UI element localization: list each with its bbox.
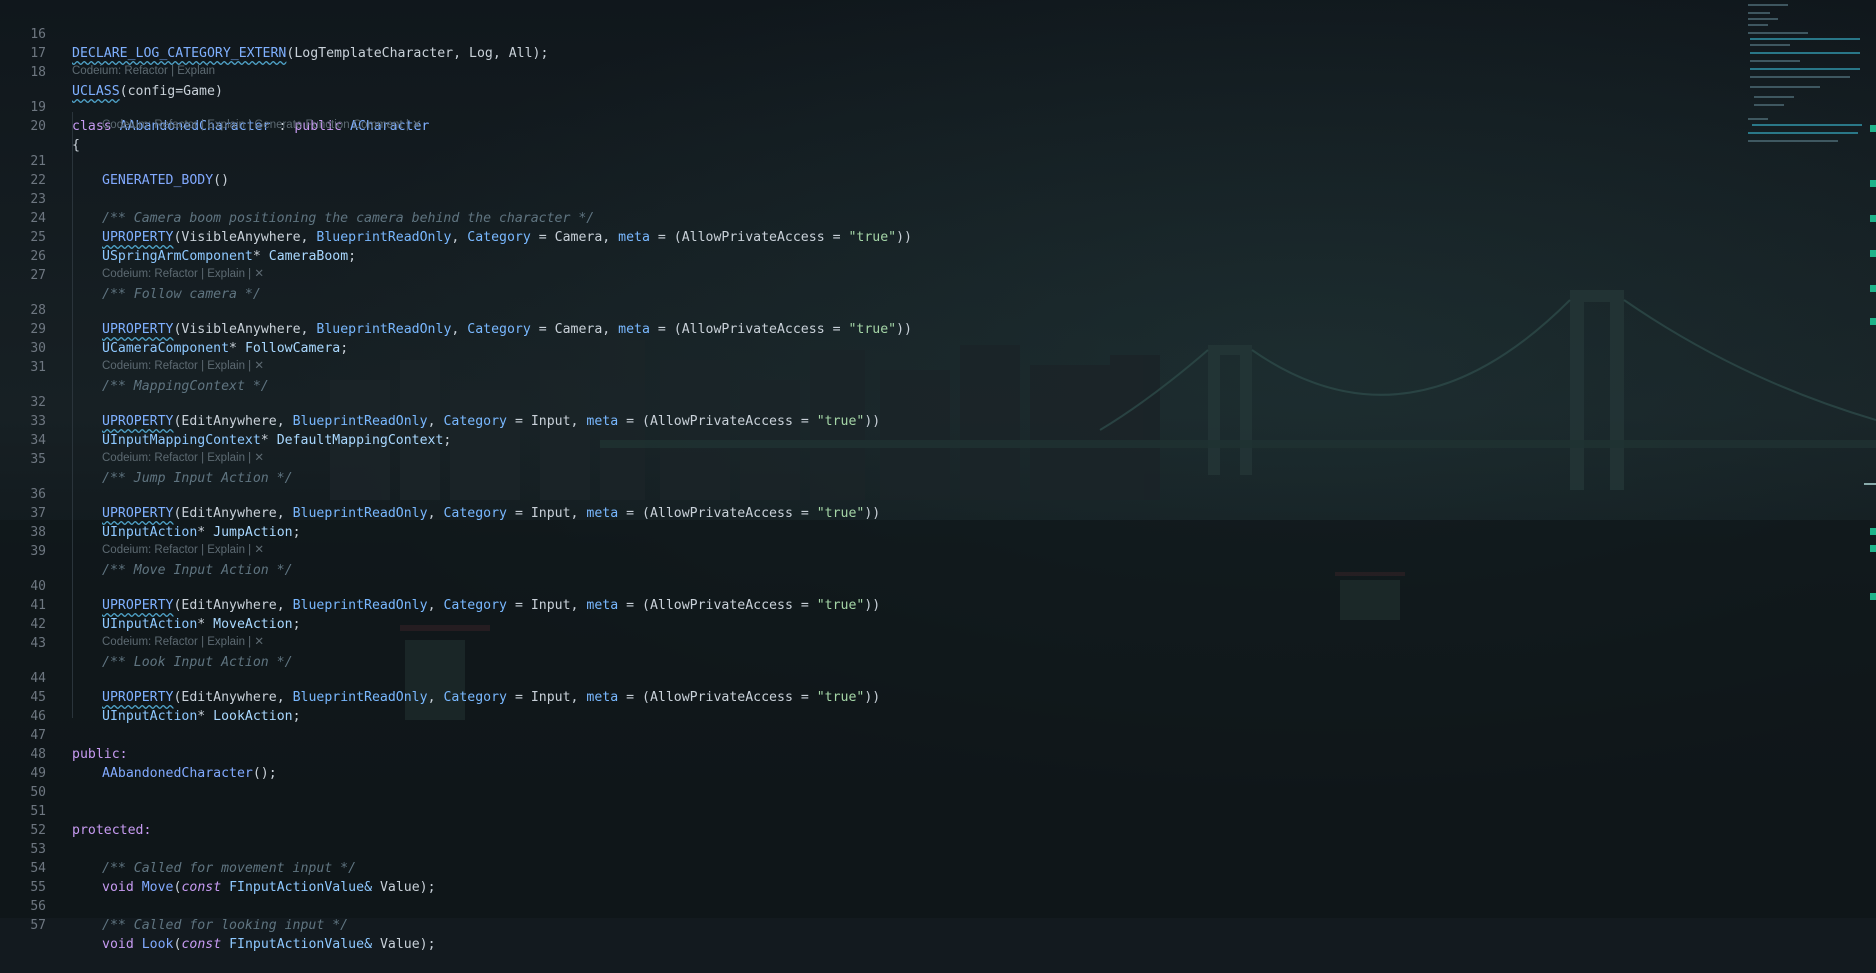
scroll-marker [1870,593,1876,600]
comment: /** Called for movement input */ [102,861,357,876]
code-line[interactable]: 42 [0,596,46,632]
minimap-line [1750,60,1800,62]
minimap-line [1750,76,1850,78]
code-line[interactable]: 40 UPROPERTY(EditAnywhere, BlueprintRead… [0,558,880,613]
codeium-codelens[interactable]: Codeium: Refactor | Explain | ✕ [102,267,264,282]
scroll-marker [1870,215,1876,222]
comment: /** Jump Input Action */ [102,471,293,486]
macro-token: DECLARE_LOG_CATEGORY_EXTERN [72,46,287,61]
code-line[interactable]: 54 void Move(const FInputActionValue& Va… [0,840,435,895]
code-line[interactable]: 32 UPROPERTY(EditAnywhere, BlueprintRead… [0,374,880,429]
minimap-line [1754,104,1784,106]
code-line[interactable]: 48 AAbandonedCharacter(); [0,726,276,781]
code-line[interactable]: 16 DECLARE_LOG_CATEGORY_EXTERN(LogTempla… [0,6,548,61]
code-line[interactable]: 20 { [0,98,80,153]
macro-token: UCLASS [72,84,120,99]
code-line[interactable]: 50 [0,764,46,800]
comment: /** MappingContext */ [102,379,269,394]
codeium-codelens[interactable]: Codeium: Refactor | Explain | ✕ [102,543,264,558]
minimap-line [1748,18,1778,20]
code-line[interactable]: 19 class AAbandonedCharacter : public AC… [0,79,429,134]
code-line[interactable]: 41 UInputAction* MoveAction; [0,577,300,632]
code-line[interactable]: 49 [0,745,46,781]
code-line[interactable]: 35 /** Jump Input Action */ [0,431,292,486]
code-line[interactable]: 29 UCameraComponent* FollowCamera; [0,301,348,356]
comment: /** Camera boom positioning the camera b… [102,211,595,226]
codeium-codelens[interactable]: Codeium: Refactor | Explain | ✕ [102,451,264,466]
code-line[interactable]: 31 /** MappingContext */ [0,339,268,394]
comment: /** Follow camera */ [102,287,261,302]
code-line[interactable]: 52 [0,802,46,838]
code-line[interactable]: 43 /** Look Input Action */ [0,615,292,670]
minimap-line [1748,32,1808,34]
minimap-line [1748,12,1770,14]
code-line[interactable]: 38 [0,504,46,540]
comment: /** Move Input Action */ [102,563,293,578]
code-line[interactable]: 17 [0,25,46,61]
code-line[interactable]: 27 /** Follow camera */ [0,247,260,302]
codeium-codelens[interactable]: Codeium: Refactor | Explain | ✕ [102,359,264,374]
codeium-codelens[interactable]: Codeium: Refactor | Explain [72,64,215,79]
scroll-marker [1870,180,1876,187]
minimap-line [1750,86,1820,88]
minimap-line [1748,140,1838,142]
comment: /** Look Input Action */ [102,655,293,670]
code-line[interactable]: 18 UCLASS(config=Game) [0,44,223,99]
code-line[interactable]: 34 [0,412,46,448]
code-line[interactable]: 28 UPROPERTY(VisibleAnywhere, BlueprintR… [0,282,912,337]
scroll-marker [1870,250,1876,257]
scroll-marker [1870,285,1876,292]
minimap-line [1750,52,1860,54]
codeium-codelens[interactable]: Codeium: Refactor | Explain | Generate F… [102,118,422,133]
code-line[interactable]: 26 [0,228,46,264]
code-line[interactable]: 25 USpringArmComponent* CameraBoom; [0,209,356,264]
code-line[interactable]: 33 UInputMappingContext* DefaultMappingC… [0,393,451,448]
code-line[interactable]: 37 UInputAction* JumpAction; [0,485,300,540]
code-line[interactable]: 47 public: [0,707,127,762]
code-line[interactable]: 30 [0,320,46,356]
minimap-line [1750,38,1860,40]
code-line[interactable]: 22 [0,152,46,188]
indent-guide [72,112,73,718]
code-line[interactable]: 56 /** Called for looking input */ [0,878,348,933]
scroll-marker [1870,125,1876,132]
minimap-line [1748,24,1768,26]
minimap-line [1754,96,1794,98]
line-number: 57 [30,918,46,933]
minimap-line [1752,124,1862,126]
code-line[interactable]: 23 /** Camera boom positioning the camer… [0,171,594,226]
scrollbar-markers[interactable] [1870,0,1876,918]
minimap-line [1750,44,1790,46]
code-line[interactable]: 21 GENERATED_BODY() [0,133,229,188]
scroll-marker [1870,545,1876,552]
minimap-line [1748,118,1768,120]
code-line[interactable]: 57 void Look(const FInputActionValue& Va… [0,897,435,952]
minimap-line [1748,4,1788,6]
minimap-line [1748,132,1858,134]
code-line[interactable]: 39 /** Move Input Action */ [0,523,292,578]
code-line[interactable]: 36 UPROPERTY(EditAnywhere, BlueprintRead… [0,466,880,521]
scroll-marker [1870,528,1876,535]
codeium-codelens[interactable]: Codeium: Refactor | Explain | ✕ [102,635,264,650]
code-line[interactable]: 51 protected: [0,783,151,838]
scroll-marker [1870,318,1876,325]
code-line[interactable]: 24 UPROPERTY(VisibleAnywhere, BlueprintR… [0,190,912,245]
code-line[interactable]: 55 [0,859,46,895]
code-line[interactable]: 53 /** Called for movement input */ [0,821,356,876]
scrollbar-position-indicator[interactable] [1864,483,1876,485]
minimap-line [1750,68,1860,70]
code-line[interactable]: 44 UPROPERTY(EditAnywhere, BlueprintRead… [0,650,880,705]
code-editor[interactable]: 16 DECLARE_LOG_CATEGORY_EXTERN(LogTempla… [0,0,1860,952]
code-line[interactable]: 46 [0,688,46,724]
comment: /** Called for looking input */ [102,918,349,933]
minimap[interactable] [1746,0,1866,150]
code-line[interactable]: 45 UInputAction* LookAction; [0,669,300,724]
